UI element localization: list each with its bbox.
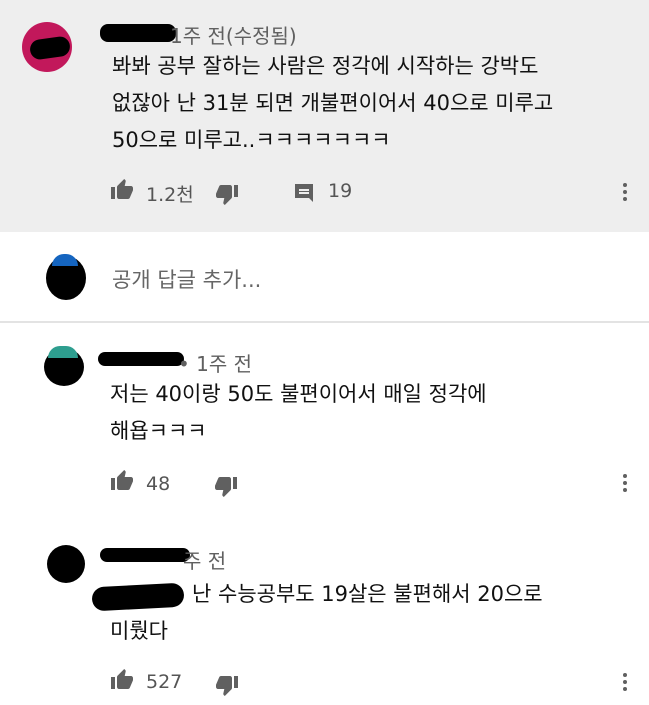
- like-count: 48: [146, 473, 171, 495]
- thumb-up-icon[interactable]: [110, 469, 134, 493]
- thumb-down-icon[interactable]: [214, 474, 238, 498]
- like-count: 527: [146, 671, 183, 693]
- avatar[interactable]: [47, 545, 85, 583]
- reply-count: 19: [328, 180, 353, 202]
- comment-meta: 주 전: [183, 549, 227, 573]
- thumb-up-icon[interactable]: [110, 668, 134, 692]
- comment-icon[interactable]: [292, 181, 316, 205]
- comment-line: 50으로 미루고..ㅋㅋㅋㅋㅋㅋㅋ: [112, 128, 391, 152]
- comment-line: 해욥ㅋㅋㅋ: [110, 419, 207, 443]
- comment-line: 미뤘다: [110, 619, 168, 643]
- more-vert-icon[interactable]: [613, 180, 637, 204]
- avatar-color-accent: [48, 346, 78, 358]
- comment-meta: 1주 전(수정됨): [170, 24, 297, 48]
- more-vert-icon[interactable]: [613, 670, 637, 694]
- comment-line: 저는 40이랑 50도 불편이어서 매일 정각에: [110, 382, 487, 406]
- thumb-up-icon[interactable]: [110, 178, 134, 202]
- comment-meta: • 1주 전: [178, 352, 253, 376]
- author-name-redacted: [100, 24, 176, 42]
- reply-input[interactable]: 공개 답글 추가...: [112, 264, 261, 294]
- comment-line: 없잖아 난 31분 되면 개불편이어서 40으로 미루고: [112, 91, 554, 115]
- comment-line: 난 수능공부도 19살은 불편해서 20으로: [192, 582, 543, 606]
- divider: [0, 321, 649, 323]
- more-vert-icon[interactable]: [613, 471, 637, 495]
- comment-line: 봐봐 공부 잘하는 사람은 정각에 시작하는 강박도: [112, 54, 539, 78]
- mention-redacted: [91, 582, 185, 612]
- like-count: 1.2천: [146, 184, 194, 206]
- thumb-down-icon[interactable]: [215, 673, 239, 697]
- author-name-redacted: [100, 548, 190, 562]
- avatar-color-accent: [52, 254, 78, 266]
- author-name-redacted: [98, 352, 184, 366]
- thumb-down-icon[interactable]: [215, 182, 239, 206]
